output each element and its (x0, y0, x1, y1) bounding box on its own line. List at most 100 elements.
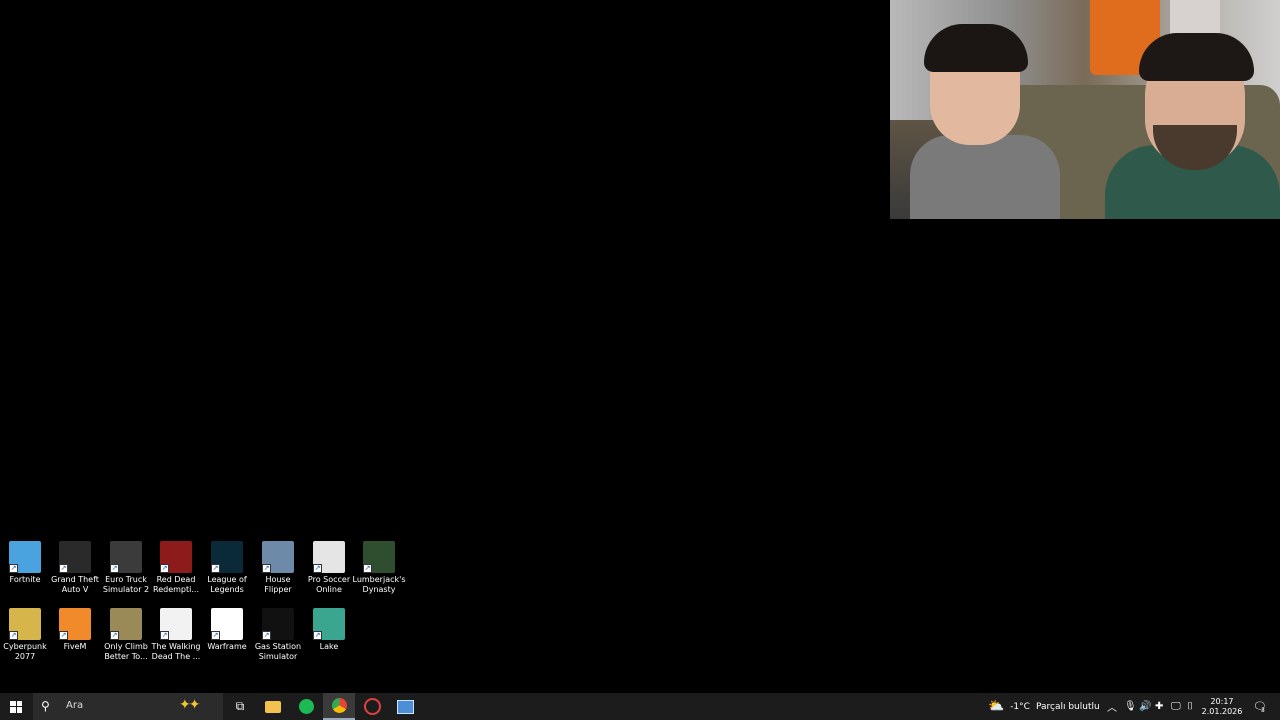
window-app-icon (396, 699, 414, 714)
task-view-icon: ⧉ (235, 699, 245, 713)
windows-icon (10, 700, 22, 713)
walking-dead-icon: ↗ (160, 608, 192, 640)
tray-app-icon: ✚ (1155, 701, 1164, 712)
desktop-shortcut-label: House Flipper (264, 575, 292, 594)
task-view-button[interactable]: ⧉ (224, 693, 256, 720)
weather-description: Parçalı bulutlu (1035, 701, 1100, 712)
search-placeholder: Ara (66, 700, 84, 711)
desktop-shortcut[interactable]: ↗ Lumberjack's Dynasty (351, 541, 407, 595)
webcam-person-right (1105, 25, 1280, 219)
desktop-shortcut[interactable]: ↗ Euro Truck Simulator 2 (98, 541, 154, 595)
taskbar-chrome[interactable] (323, 693, 355, 720)
speaker-icon: 🔊 (1139, 701, 1152, 712)
desktop-shortcut-label: Lake (319, 642, 339, 651)
league-icon: ↗ (211, 541, 243, 573)
only-climb-icon: ↗ (110, 608, 142, 640)
shortcut-arrow-icon: ↗ (110, 564, 119, 573)
desktop-shortcut[interactable]: ↗ Cyberpunk 2077 (0, 608, 53, 662)
euro-truck-icon: ↗ (110, 541, 142, 573)
shortcut-arrow-icon: ↗ (363, 564, 372, 573)
shortcut-arrow-icon: ↗ (313, 631, 322, 640)
shortcut-arrow-icon: ↗ (59, 564, 68, 573)
search-icon: ⚲ (41, 699, 50, 713)
chevron-up-icon: ︿ (1107, 703, 1117, 714)
clock-date: 2.01.2026 (1201, 706, 1243, 716)
weather-temperature: -1°C (1010, 701, 1030, 712)
desktop-shortcut[interactable]: ↗ Grand Theft Auto V (47, 541, 103, 595)
desktop-shortcut-label: The Walking Dead The ... (151, 642, 201, 661)
clock[interactable]: 20:17 2.01.2026 (1201, 693, 1243, 720)
fortnite-icon: ↗ (9, 541, 41, 573)
desktop-shortcut[interactable]: ↗ Red Dead Redempti... (148, 541, 204, 595)
microphone-icon: 🎙 (1124, 701, 1137, 712)
folder-icon (265, 700, 281, 713)
fivem-icon: ↗ (59, 608, 91, 640)
shortcut-arrow-icon: ↗ (211, 564, 220, 573)
partly-cloudy-icon: ⛅ (988, 699, 1005, 714)
desktop-shortcut[interactable]: ↗ Warframe (199, 608, 255, 652)
network-tray[interactable]: 🖵 (1171, 693, 1181, 720)
shortcut-arrow-icon: ↗ (262, 631, 271, 640)
shortcut-arrow-icon: ↗ (59, 631, 68, 640)
spotify-icon (298, 699, 314, 714)
desktop-shortcut-label: Lumberjack's Dynasty (352, 575, 406, 594)
clock-time: 20:17 (1210, 696, 1234, 706)
shortcut-arrow-icon: ↗ (110, 631, 119, 640)
taskbar-app-window[interactable] (389, 693, 421, 720)
desktop-shortcut-label: Pro Soccer Online (307, 575, 351, 594)
desktop-shortcut-label: Grand Theft Auto V (51, 575, 99, 594)
usb-tray[interactable]: ⌷ (1187, 693, 1193, 720)
desktop-shortcut[interactable]: ↗ FiveM (47, 608, 103, 652)
desktop-shortcut[interactable]: ↗ The Walking Dead The ... (148, 608, 204, 662)
desktop-shortcut-label: League of Legends (207, 575, 247, 594)
shortcut-arrow-icon: ↗ (9, 564, 18, 573)
show-hidden-icons[interactable]: ︿ (1107, 693, 1117, 720)
usb-icon: ⌷ (1187, 701, 1193, 712)
gta-v-icon: ↗ (59, 541, 91, 573)
desktop-shortcut[interactable]: ↗ House Flipper (250, 541, 306, 595)
red-circle-app-icon (363, 698, 381, 715)
shortcut-arrow-icon: ↗ (313, 564, 322, 573)
shortcut-arrow-icon: ↗ (9, 631, 18, 640)
taskbar-app-circle[interactable] (356, 693, 388, 720)
tray-app[interactable]: ✚ (1155, 693, 1163, 720)
desktop-shortcut-label: Cyberpunk 2077 (3, 642, 47, 661)
desktop-shortcut-label: Warframe (207, 642, 247, 651)
pro-soccer-icon: ↗ (313, 541, 345, 573)
chrome-icon (331, 698, 347, 713)
desktop-shortcut[interactable]: ↗ League of Legends (199, 541, 255, 595)
volume-tray[interactable]: 🔊 (1139, 693, 1151, 720)
shortcut-arrow-icon: ↗ (160, 564, 169, 573)
desktop-shortcut-label: Gas Station Simulator (254, 642, 302, 661)
desktop-shortcut[interactable]: ↗ Gas Station Simulator (250, 608, 306, 662)
weather-widget[interactable]: ⛅ -1°C Parçalı bulutlu (988, 693, 1100, 720)
desktop-shortcut-label: Fortnite (9, 575, 41, 584)
desktop-shortcut-label: Red Dead Redempti... (153, 575, 199, 594)
gas-station-icon: ↗ (262, 608, 294, 640)
shortcut-arrow-icon: ↗ (211, 631, 220, 640)
search-box[interactable]: ⚲ Ara ✦✦ (33, 693, 223, 720)
cyberpunk-icon: ↗ (9, 608, 41, 640)
desktop-shortcut[interactable]: ↗ Pro Soccer Online (301, 541, 357, 595)
desktop-shortcut[interactable]: ↗ Lake (301, 608, 357, 652)
taskbar-spotify[interactable] (290, 693, 322, 720)
network-icon: 🖵 (1171, 701, 1181, 712)
warframe-icon: ↗ (211, 608, 243, 640)
desktop-shortcut[interactable]: ↗ Fortnite (0, 541, 53, 585)
desktop-shortcut[interactable]: ↗ Only Climb Better To... (98, 608, 154, 662)
desktop-shortcut-label: Only Climb Better To... (104, 642, 148, 661)
desktop-shortcut-label: FiveM (63, 642, 87, 651)
desktop-shortcut-label: Euro Truck Simulator 2 (102, 575, 150, 594)
red-dead-icon: ↗ (160, 541, 192, 573)
webcam-overlay (890, 0, 1280, 219)
taskbar: ⚲ Ara ✦✦ ⧉ ⛅ -1°C Parçalı bulutlu ︿ 🎙 🔊 … (0, 693, 1280, 720)
lake-icon: ↗ (313, 608, 345, 640)
start-button[interactable] (0, 693, 32, 720)
taskbar-file-explorer[interactable] (257, 693, 289, 720)
shortcut-arrow-icon: ↗ (262, 564, 271, 573)
webcam-person-left (910, 24, 1060, 219)
shortcut-arrow-icon: ↗ (160, 631, 169, 640)
microphone-tray[interactable]: 🎙 (1124, 693, 1137, 720)
notification-center-button[interactable]: 🗨 3 (1250, 693, 1270, 720)
house-flipper-icon: ↗ (262, 541, 294, 573)
